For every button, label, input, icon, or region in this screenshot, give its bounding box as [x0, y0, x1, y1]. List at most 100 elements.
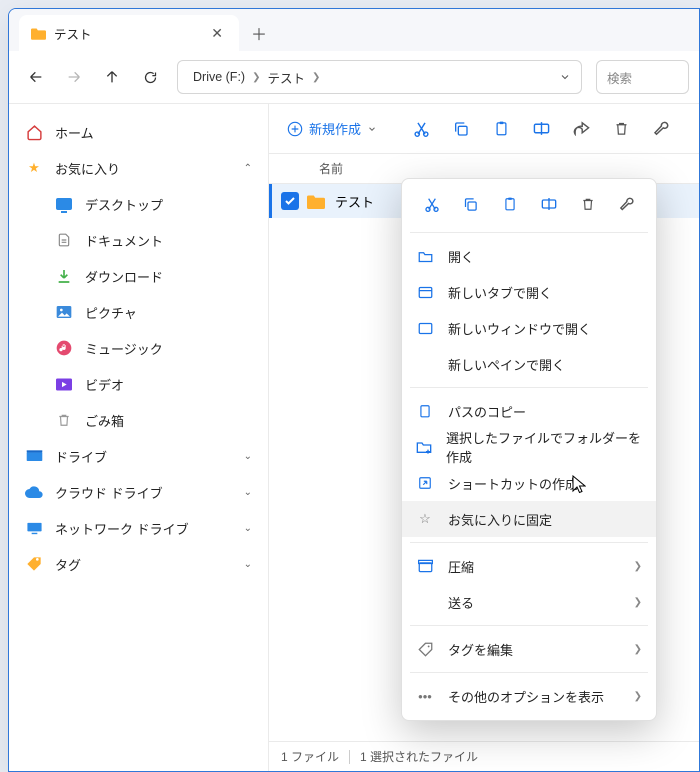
chevron-down-icon: ⌄ — [244, 523, 252, 534]
menu-label: 新しいタブで開く — [448, 283, 552, 302]
sidebar-item-label: ドキュメント — [85, 231, 163, 250]
sidebar-item-label: ピクチャ — [85, 303, 137, 322]
status-count: 1 ファイル — [281, 748, 339, 765]
tab-title: テスト — [54, 24, 199, 43]
cut-icon[interactable] — [403, 112, 439, 146]
file-name: テスト — [335, 192, 374, 211]
sidebar-item-favorites[interactable]: ★お気に入り⌃ — [15, 150, 262, 186]
column-name[interactable]: 名前 — [319, 160, 429, 177]
delete-icon[interactable] — [603, 112, 639, 146]
sidebar-item-desktop[interactable]: デスクトップ — [45, 186, 262, 222]
refresh-button[interactable] — [133, 60, 167, 94]
sidebar-item-label: デスクトップ — [85, 195, 163, 214]
menu-open-pane[interactable]: 新しいペインで開く — [402, 346, 656, 382]
chevron-right-icon: ❯ — [634, 597, 642, 608]
menu-open[interactable]: 開く — [402, 238, 656, 274]
navigation-bar: Drive (F:) ❯ テスト ❯ 検索 — [9, 51, 699, 104]
sidebar-item-label: ホーム — [55, 123, 94, 142]
forward-button[interactable] — [57, 60, 91, 94]
copy-icon[interactable] — [443, 112, 479, 146]
sidebar-item-documents[interactable]: ドキュメント — [45, 222, 262, 258]
menu-compress[interactable]: 圧縮 ❯ — [402, 548, 656, 584]
chevron-down-icon: ⌄ — [244, 451, 252, 462]
search-input[interactable]: 検索 — [596, 60, 689, 94]
sidebar-item-trash[interactable]: ごみ箱 — [45, 402, 262, 438]
sidebar-item-home[interactable]: ホーム — [15, 114, 262, 150]
menu-edit-tags[interactable]: タグを編集❯ — [402, 631, 656, 667]
sidebar-item-label: タグ — [55, 555, 81, 574]
shortcut-icon — [416, 476, 434, 490]
menu-label: パスのコピー — [448, 402, 526, 421]
document-icon — [55, 232, 73, 248]
sidebar-item-videos[interactable]: ビデオ — [45, 366, 262, 402]
properties-icon[interactable] — [643, 112, 679, 146]
trash-icon — [55, 412, 73, 428]
archive-icon — [416, 559, 434, 573]
menu-send-to[interactable]: 送る ❯ — [402, 584, 656, 620]
menu-create-folder[interactable]: 選択したファイルでフォルダーを作成 — [402, 429, 656, 465]
chevron-right-icon: ❯ — [312, 72, 320, 83]
share-icon[interactable] — [563, 112, 599, 146]
toolbar: 新規作成 — [269, 104, 699, 154]
open-icon — [416, 250, 434, 263]
menu-create-shortcut[interactable]: ショートカットの作成 — [402, 465, 656, 501]
menu-pin-favorites[interactable]: ☆お気に入りに固定 — [402, 501, 656, 537]
chevron-right-icon: ❯ — [634, 561, 642, 572]
sidebar-item-tags[interactable]: タグ ⌄ — [15, 546, 262, 582]
sidebar-item-network[interactable]: ネットワーク ドライブ⌄ — [15, 510, 262, 546]
checkbox-icon[interactable] — [281, 192, 299, 210]
sidebar-item-label: ダウンロード — [85, 267, 163, 286]
rename-icon[interactable] — [536, 191, 562, 217]
folder-icon — [31, 27, 46, 40]
sidebar-item-label: クラウド ドライブ — [55, 483, 163, 502]
sidebar-item-music[interactable]: ミュージック — [45, 330, 262, 366]
window-tab[interactable]: テスト ✕ — [19, 15, 239, 51]
sidebar-item-drives[interactable]: ドライブ⌄ — [15, 438, 262, 474]
back-button[interactable] — [19, 60, 53, 94]
cut-icon[interactable] — [419, 191, 445, 217]
menu-label: 新しいウィンドウで開く — [448, 319, 591, 338]
sidebar-item-pictures[interactable]: ピクチャ — [45, 294, 262, 330]
menu-label: ショートカットの作成 — [448, 474, 578, 493]
context-menu-quick-actions — [402, 185, 656, 227]
paste-icon[interactable] — [497, 191, 523, 217]
sidebar-item-cloud[interactable]: クラウド ドライブ⌄ — [15, 474, 262, 510]
menu-open-window[interactable]: 新しいウィンドウで開く — [402, 310, 656, 346]
chevron-down-icon: ⌄ — [244, 559, 252, 570]
chevron-up-icon: ⌃ — [244, 163, 252, 174]
menu-label: 送る — [448, 593, 474, 612]
cloud-icon — [25, 486, 43, 498]
new-button[interactable]: 新規作成 — [281, 112, 383, 146]
menu-label: 選択したファイルでフォルダーを作成 — [446, 428, 642, 466]
menu-label: 圧縮 — [448, 557, 474, 576]
menu-more-options[interactable]: •••その他のオプションを表示❯ — [402, 678, 656, 714]
music-icon — [55, 340, 73, 356]
menu-label: その他のオプションを表示 — [448, 687, 604, 706]
picture-icon — [55, 305, 73, 319]
sidebar-item-downloads[interactable]: ダウンロード — [45, 258, 262, 294]
address-dropdown-icon[interactable] — [555, 67, 575, 87]
up-button[interactable] — [95, 60, 129, 94]
address-bar[interactable]: Drive (F:) ❯ テスト ❯ — [177, 60, 582, 94]
star-icon: ★ — [25, 160, 43, 176]
download-icon — [55, 268, 73, 284]
star-icon: ☆ — [416, 511, 434, 527]
chevron-right-icon: ❯ — [634, 691, 642, 702]
breadcrumb-segment[interactable]: テスト — [264, 64, 308, 91]
network-icon — [25, 521, 43, 536]
delete-icon[interactable] — [575, 191, 601, 217]
properties-icon[interactable] — [614, 191, 640, 217]
new-tab-button[interactable]: ＋ — [239, 15, 279, 51]
tag-icon — [416, 642, 434, 657]
close-tab-icon[interactable]: ✕ — [207, 21, 227, 46]
menu-copy-path[interactable]: パスのコピー — [402, 393, 656, 429]
home-icon — [25, 124, 43, 141]
rename-icon[interactable] — [523, 112, 559, 146]
sidebar-item-label: ビデオ — [85, 375, 124, 394]
tag-icon — [25, 556, 43, 572]
drive-icon — [25, 449, 43, 463]
paste-icon[interactable] — [483, 112, 519, 146]
copy-icon[interactable] — [458, 191, 484, 217]
breadcrumb-segment[interactable]: Drive (F:) — [190, 66, 248, 88]
menu-open-tab[interactable]: 新しいタブで開く — [402, 274, 656, 310]
